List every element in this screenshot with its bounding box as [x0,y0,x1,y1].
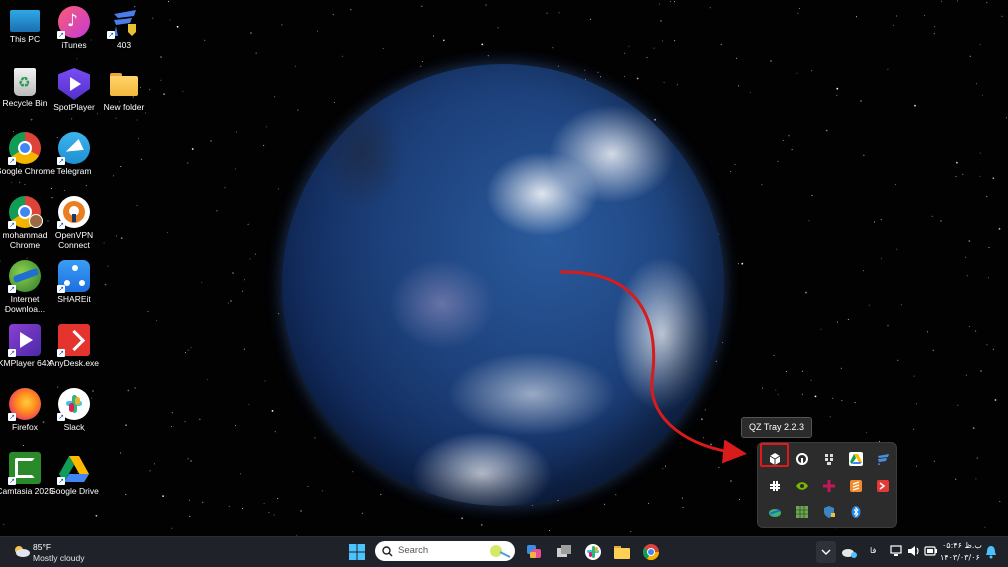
quick-settings-button[interactable] [890,544,940,560]
taskbar-copilot-button[interactable] [524,542,544,562]
slack-tray-icon[interactable] [768,479,782,493]
windows-logo-icon [349,544,365,560]
cloud-sync-icon [842,549,857,558]
security-shield-icon[interactable] [822,505,836,519]
chevron-down-icon [821,549,831,555]
search-icon [382,546,393,557]
volume-icon [908,546,919,556]
network-icon [890,545,902,556]
show-hidden-icons-button[interactable] [816,541,836,563]
slack-icon [585,544,601,560]
taskbar-file-explorer-button[interactable] [612,542,632,562]
hotspot-shield-icon[interactable] [795,452,809,466]
start-button[interactable] [348,543,366,561]
desktop: This PC ♻ Recycle Bin ↗ Google Chrome ↗ … [0,0,1008,536]
anydesk-tray-icon[interactable] [876,479,890,493]
onedrive-weather-tray-button[interactable] [840,544,858,560]
taskbar-slack-button[interactable] [583,542,603,562]
search-highlight-icon [490,545,511,558]
app-grid-icon[interactable] [822,452,836,466]
clock-date: ۱۴۰۳/۰۳/۰۶ [940,553,980,562]
nvidia-icon[interactable] [795,479,809,493]
idm-tray-icon[interactable] [768,505,782,519]
taskbar-chrome-button[interactable] [641,542,661,562]
taskbar-search-box[interactable]: Search [375,541,515,561]
battery-icon [924,546,937,556]
weather-description: Mostly cloudy [33,553,85,563]
plus-cross-icon[interactable] [822,479,836,493]
taskbar-task-view-button[interactable] [554,542,574,562]
taskbar: 85°F Mostly cloudy Search فا ۰۵:۴۶ ب.ظ ۱… [0,536,1008,567]
spreadsheet-icon[interactable] [795,505,809,519]
google-drive-tray-icon[interactable] [849,452,863,466]
clock[interactable]: ۰۵:۴۶ ب.ظ ۱۴۰۳/۰۳/۰۶ [940,539,982,565]
bluetooth-icon[interactable] [849,505,863,519]
sublime-icon[interactable] [849,479,863,493]
chrome-icon [642,544,660,561]
file-explorer-icon [614,546,630,559]
task-view-icon [557,545,571,557]
notifications-button[interactable] [984,544,998,560]
weather-temperature: 85°F [33,542,52,552]
tray-tooltip: QZ Tray 2.2.3 [741,417,813,438]
bell-icon [986,546,996,559]
copilot-icon [527,545,541,558]
search-placeholder: Search [398,545,429,556]
language-indicator[interactable]: فا [870,546,876,555]
app-403-tray-icon[interactable] [876,452,890,466]
tray-highlight-box [760,443,789,467]
clock-time: ۰۵:۴۶ ب.ظ [942,541,982,550]
weather-widget[interactable]: 85°F Mostly cloudy [8,541,98,563]
cloudy-weather-icon [15,546,30,557]
